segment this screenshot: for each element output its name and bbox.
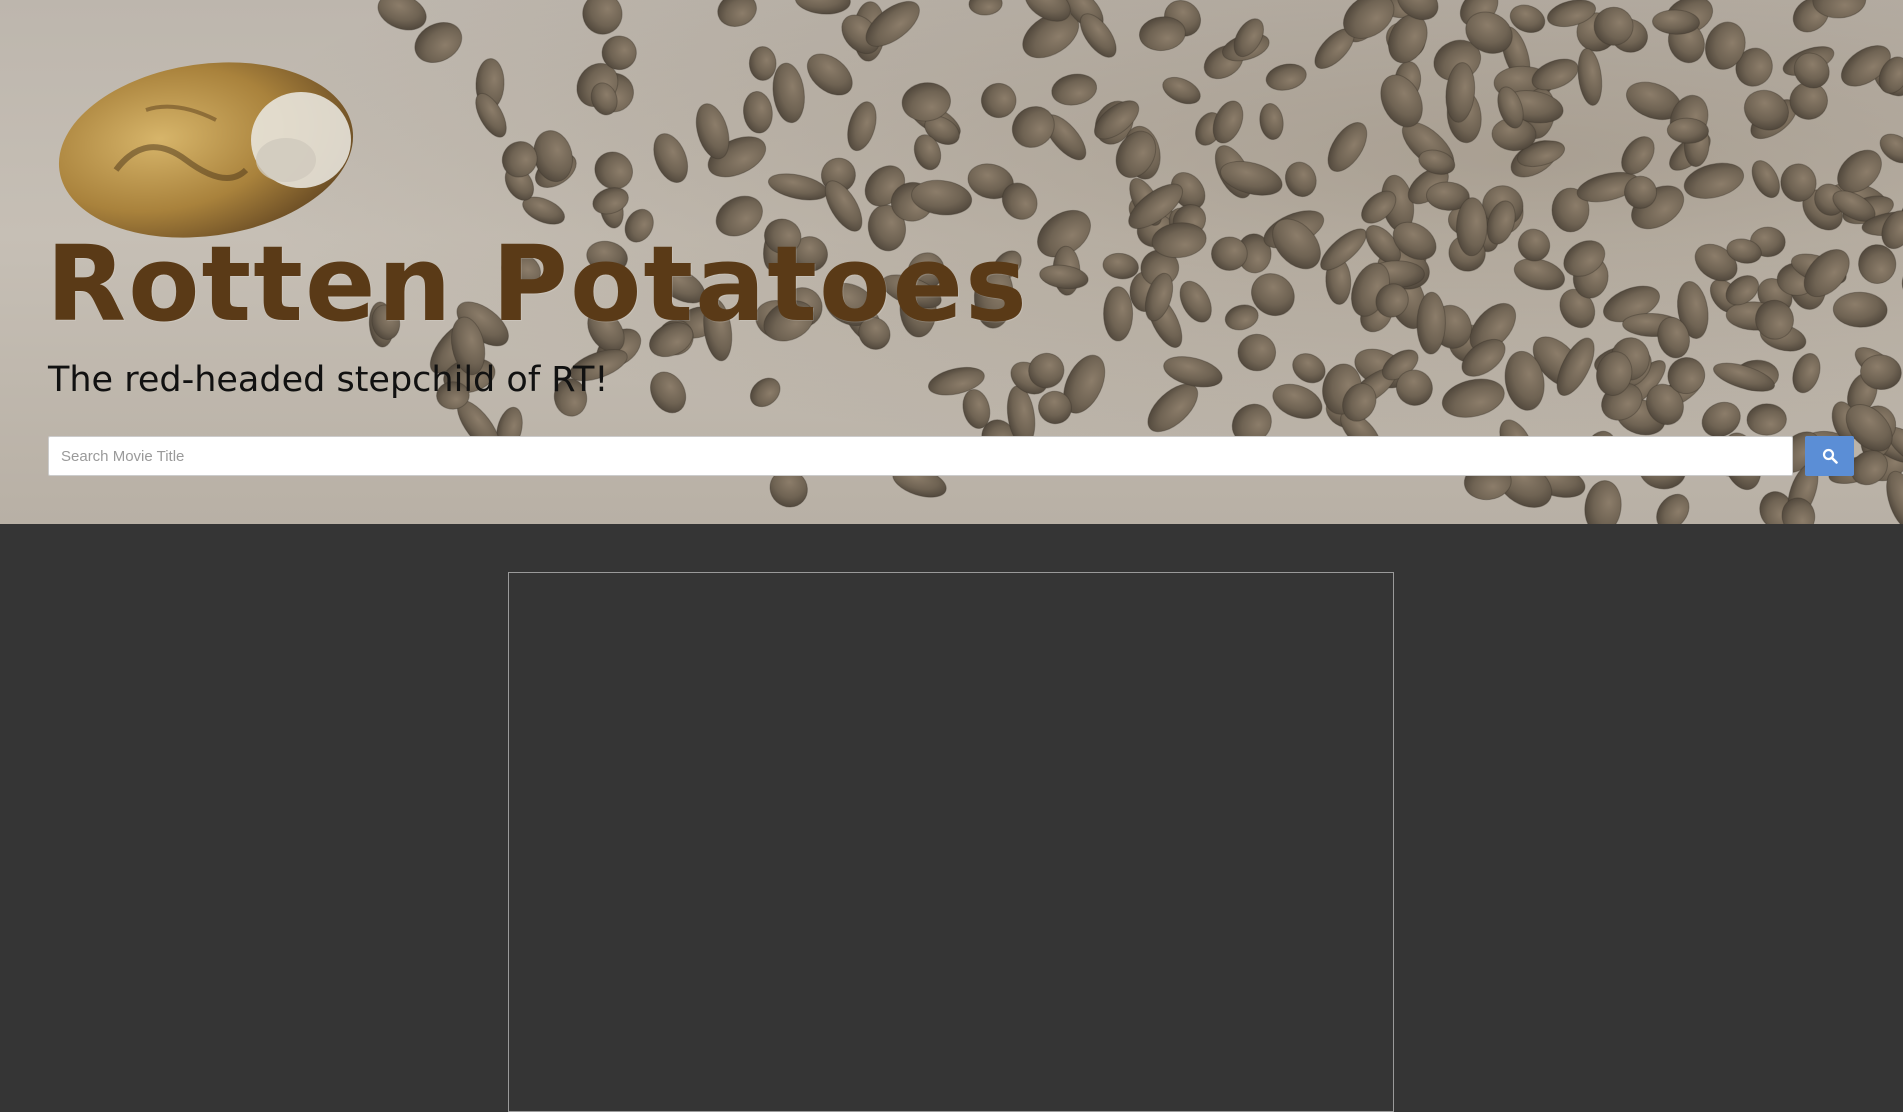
search-input[interactable] xyxy=(48,436,1793,476)
site-tagline: The red-headed stepchild of RT! xyxy=(48,360,609,400)
search-icon xyxy=(1822,448,1838,464)
search-bar xyxy=(48,436,1854,476)
rotten-potato-logo xyxy=(58,62,354,238)
site-title: Rotten Potatoes xyxy=(46,223,1029,345)
search-button[interactable] xyxy=(1805,436,1854,476)
header-banner: Rotten Potatoes The red-headed stepchild… xyxy=(0,0,1903,524)
movie-results-panel xyxy=(508,572,1394,1112)
